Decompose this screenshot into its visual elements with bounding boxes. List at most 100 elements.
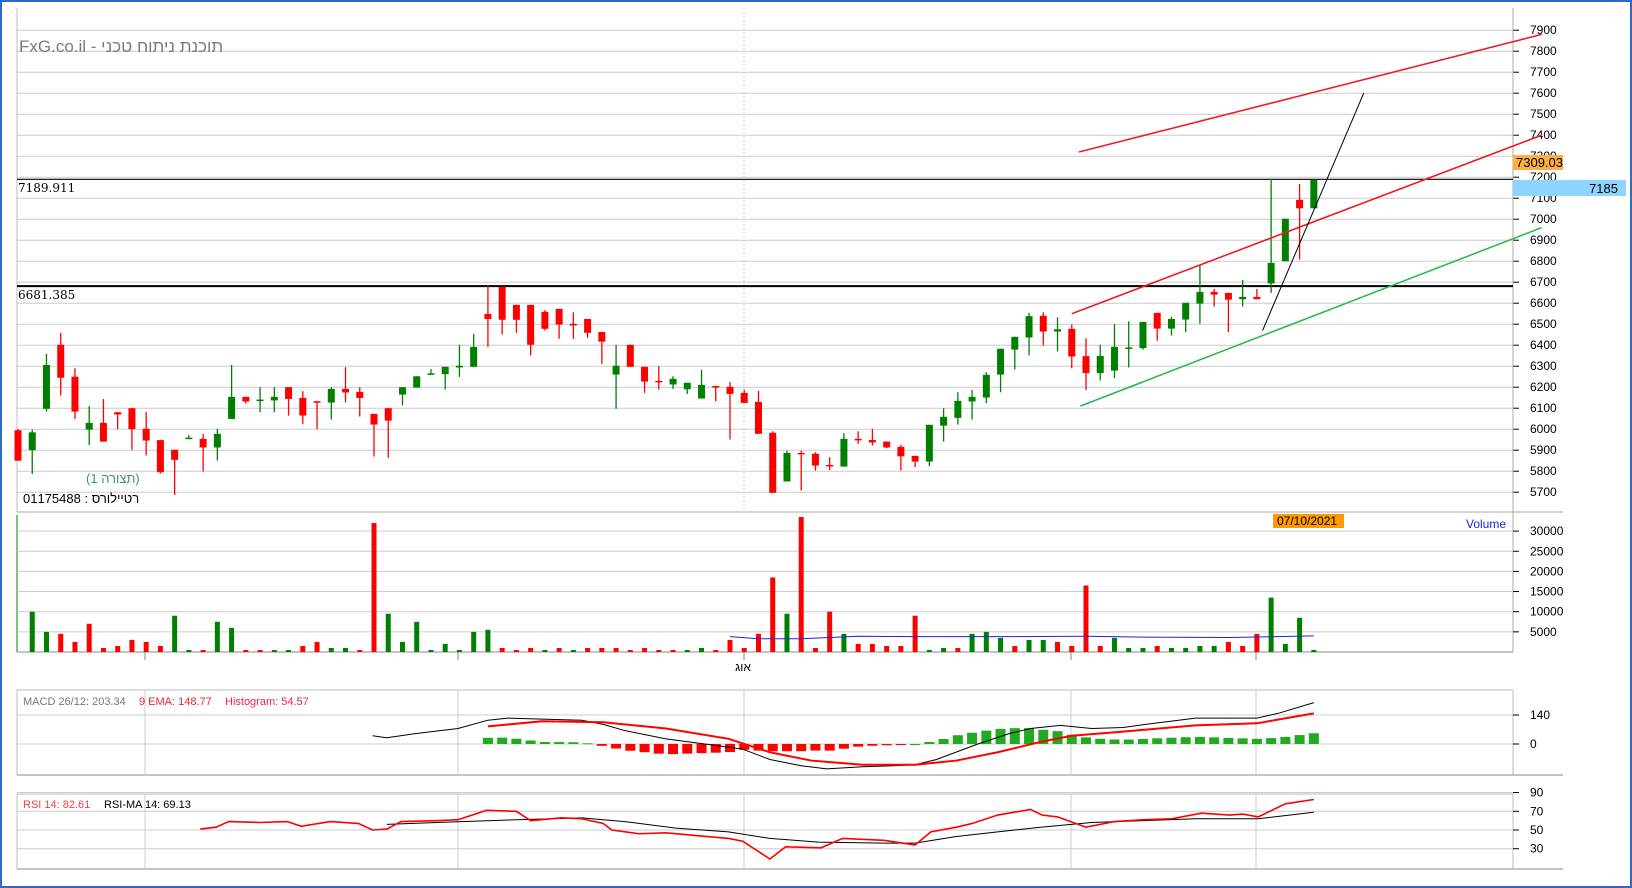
candle[interactable] xyxy=(1025,312,1033,356)
candle[interactable] xyxy=(726,381,734,440)
candle[interactable] xyxy=(71,368,79,419)
trendline-lower-support[interactable] xyxy=(1080,226,1542,407)
candle[interactable] xyxy=(484,285,492,347)
candle[interactable] xyxy=(712,385,720,402)
candle[interactable] xyxy=(1210,288,1218,307)
candle[interactable] xyxy=(398,387,406,406)
candle-body xyxy=(826,464,834,467)
candle[interactable] xyxy=(1167,316,1175,336)
candle[interactable] xyxy=(897,444,905,471)
candle[interactable] xyxy=(242,396,250,404)
candle[interactable] xyxy=(498,286,506,335)
candle[interactable] xyxy=(641,366,649,393)
candle[interactable] xyxy=(441,366,449,390)
candle[interactable] xyxy=(128,408,136,450)
candle-body xyxy=(356,391,364,398)
candle[interactable] xyxy=(626,344,634,367)
candle[interactable] xyxy=(1139,321,1147,350)
x-axis-month-label: אוג xyxy=(735,660,751,674)
candle[interactable] xyxy=(1196,265,1204,324)
candle[interactable] xyxy=(327,387,335,420)
candle[interactable] xyxy=(811,452,819,471)
candle[interactable] xyxy=(142,412,150,456)
candle[interactable] xyxy=(655,366,663,390)
candle[interactable] xyxy=(427,369,435,375)
candle[interactable] xyxy=(925,424,933,467)
candle[interactable] xyxy=(840,433,848,467)
candle[interactable] xyxy=(555,308,563,339)
candle[interactable] xyxy=(982,372,990,404)
candle[interactable] xyxy=(171,449,179,495)
chart-canvas[interactable]: 5700 5800 5900 6000 6100 6200 6300 6400 6500 6600… xyxy=(0,0,1632,888)
trendline-projection-line[interactable] xyxy=(1262,93,1365,331)
volume-bar xyxy=(556,647,562,652)
candle[interactable] xyxy=(1011,336,1019,370)
candle[interactable] xyxy=(754,390,762,434)
candle[interactable] xyxy=(1125,321,1133,368)
volume-bar xyxy=(898,645,904,652)
candle[interactable] xyxy=(612,344,620,409)
candle[interactable] xyxy=(1267,178,1275,293)
candle[interactable] xyxy=(527,304,535,356)
candle[interactable] xyxy=(740,389,748,403)
candle[interactable] xyxy=(1039,312,1047,346)
candle-body xyxy=(57,344,65,378)
candle[interactable] xyxy=(1239,279,1247,307)
macd-histogram-bar xyxy=(853,744,864,747)
candle[interactable] xyxy=(1281,218,1289,262)
candle[interactable] xyxy=(455,344,463,377)
candle[interactable] xyxy=(14,429,22,461)
candle[interactable] xyxy=(683,382,691,394)
candle[interactable] xyxy=(185,434,193,440)
candle-body xyxy=(327,388,335,403)
volume-bar xyxy=(1197,645,1203,652)
candle[interactable] xyxy=(413,376,421,388)
candle[interactable] xyxy=(228,364,236,419)
candle[interactable] xyxy=(342,367,350,403)
candle[interactable] xyxy=(1054,317,1062,352)
candle[interactable] xyxy=(199,433,207,472)
candle[interactable] xyxy=(954,392,962,425)
candle[interactable] xyxy=(598,331,606,364)
candle[interactable] xyxy=(911,455,919,468)
candle[interactable] xyxy=(940,408,948,442)
candle[interactable] xyxy=(1096,344,1104,381)
macd-histogram-bar xyxy=(867,744,878,746)
candle[interactable] xyxy=(1082,338,1090,390)
candle[interactable] xyxy=(512,304,520,333)
candle[interactable] xyxy=(1224,292,1232,333)
candle[interactable] xyxy=(1153,312,1161,341)
candle[interactable] xyxy=(868,428,876,446)
candle[interactable] xyxy=(797,450,805,491)
candle[interactable] xyxy=(826,457,834,471)
candle[interactable] xyxy=(783,450,791,482)
candle[interactable] xyxy=(769,431,777,493)
volume-bar xyxy=(1140,647,1146,652)
candle[interactable] xyxy=(42,353,50,412)
candle[interactable] xyxy=(57,332,65,396)
candle[interactable] xyxy=(114,412,122,430)
candle[interactable] xyxy=(213,428,221,461)
candle[interactable] xyxy=(997,348,1005,393)
candle[interactable] xyxy=(541,310,549,331)
candle[interactable] xyxy=(470,333,478,367)
candle-body xyxy=(470,346,478,367)
candle[interactable] xyxy=(569,312,577,339)
candle[interactable] xyxy=(584,318,592,338)
candle[interactable] xyxy=(285,387,293,416)
candle[interactable] xyxy=(1110,324,1118,379)
candle[interactable] xyxy=(1068,324,1076,369)
candle[interactable] xyxy=(698,369,706,399)
candle[interactable] xyxy=(883,441,891,449)
candle[interactable] xyxy=(299,391,307,424)
candle[interactable] xyxy=(28,429,36,474)
candle[interactable] xyxy=(854,431,862,444)
candle[interactable] xyxy=(968,389,976,420)
candle[interactable] xyxy=(99,398,107,442)
candle[interactable] xyxy=(1253,288,1261,300)
candle[interactable] xyxy=(1182,302,1190,333)
candle[interactable] xyxy=(156,439,164,474)
candle[interactable] xyxy=(356,387,364,417)
candle[interactable] xyxy=(85,406,93,445)
candle[interactable] xyxy=(313,401,321,430)
